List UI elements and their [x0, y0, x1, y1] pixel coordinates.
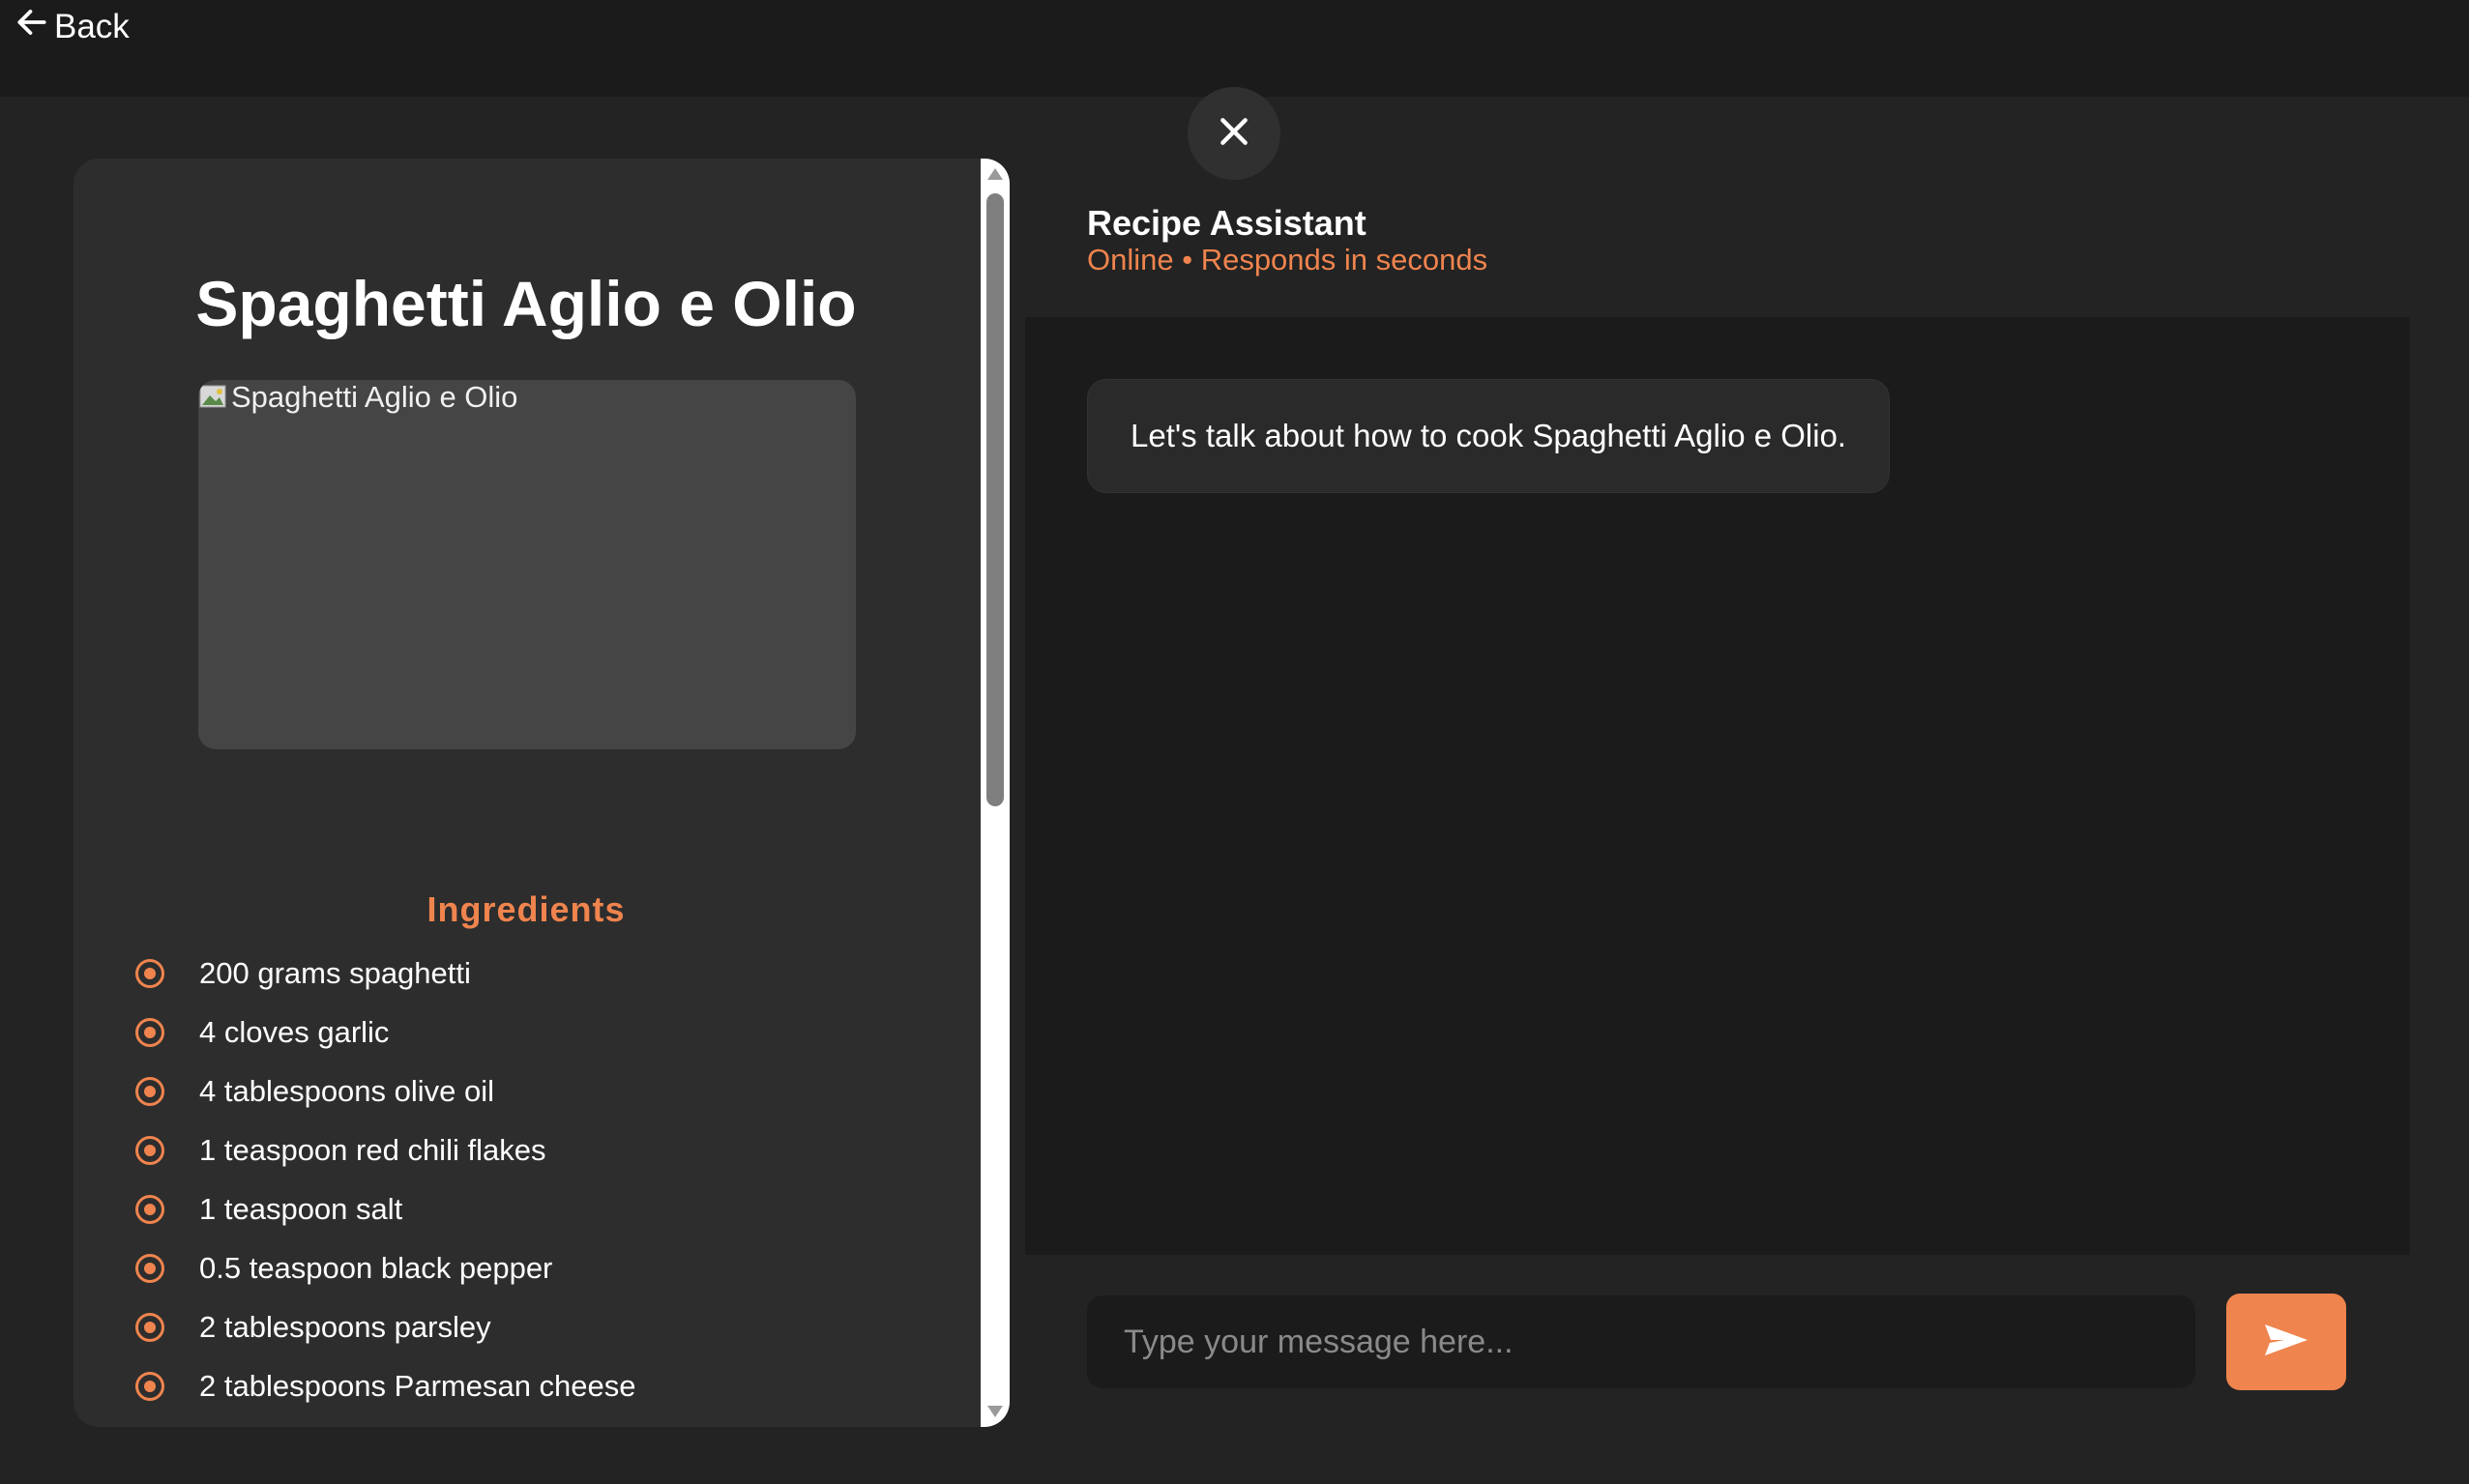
send-icon — [2263, 1321, 2309, 1364]
scrollbar-thumb[interactable] — [986, 193, 1004, 806]
ingredient-text: 200 grams spaghetti — [199, 955, 471, 990]
radio-bullet-icon — [135, 1076, 164, 1106]
ingredient-text: 4 cloves garlic — [199, 1014, 390, 1049]
message-input[interactable] — [1087, 1295, 2195, 1388]
ingredients-heading: Ingredients — [426, 889, 626, 929]
ingredient-text: 2 tablespoons Parmesan cheese — [199, 1368, 636, 1403]
recipe-scrollbar[interactable] — [981, 159, 1010, 1427]
assistant-message-bubble: Let's talk about how to cook Spaghetti A… — [1087, 379, 1891, 493]
chat-status: Online • Responds in seconds — [1087, 243, 1488, 276]
radio-bullet-icon — [135, 1253, 164, 1283]
close-button[interactable] — [1188, 87, 1280, 180]
main-content: Spaghetti Aglio e Olio Spaghetti Aglio e… — [0, 87, 2469, 1484]
ingredient-item: 1 teaspoon red chili flakes — [135, 1120, 636, 1179]
send-button[interactable] — [2226, 1294, 2346, 1390]
ingredient-text: 4 tablespoons olive oil — [199, 1073, 495, 1108]
ingredient-item: 0.5 teaspoon black pepper — [135, 1238, 636, 1297]
radio-bullet-icon — [135, 1371, 164, 1401]
recipe-card: Spaghetti Aglio e Olio Spaghetti Aglio e… — [73, 159, 1010, 1427]
radio-bullet-icon — [135, 958, 164, 988]
recipe-image-alt-text: Spaghetti Aglio e Olio — [231, 380, 518, 414]
back-button[interactable]: Back — [14, 4, 130, 49]
radio-bullet-icon — [135, 1017, 164, 1047]
scroll-up-arrow-icon[interactable] — [987, 168, 1003, 180]
arrow-left-icon — [14, 4, 50, 49]
back-label: Back — [54, 7, 130, 45]
recipe-image-alt: Spaghetti Aglio e Olio — [198, 380, 517, 415]
ingredient-item: 2 tablespoons parsley — [135, 1297, 636, 1356]
radio-bullet-icon — [135, 1312, 164, 1342]
recipe-image: Spaghetti Aglio e Olio — [198, 380, 856, 749]
ingredient-item: 2 tablespoons Parmesan cheese — [135, 1356, 636, 1415]
scroll-down-arrow-icon[interactable] — [987, 1406, 1003, 1417]
ingredient-text: 0.5 teaspoon black pepper — [199, 1250, 553, 1285]
chat-title: Recipe Assistant — [1087, 203, 1367, 243]
chat-messages-area: Let's talk about how to cook Spaghetti A… — [1025, 317, 2410, 1255]
ingredient-item: 4 cloves garlic — [135, 1003, 636, 1062]
ingredients-list: 200 grams spaghetti 4 cloves garlic 4 ta… — [135, 944, 636, 1415]
ingredient-item: 4 tablespoons olive oil — [135, 1062, 636, 1120]
close-icon — [1215, 112, 1253, 156]
broken-image-icon — [198, 382, 229, 413]
ingredient-text: 1 teaspoon red chili flakes — [199, 1132, 546, 1167]
radio-bullet-icon — [135, 1135, 164, 1165]
ingredient-item: 200 grams spaghetti — [135, 944, 636, 1003]
ingredient-text: 1 teaspoon salt — [199, 1191, 403, 1226]
recipe-title: Spaghetti Aglio e Olio — [195, 268, 857, 339]
ingredient-text: 2 tablespoons parsley — [199, 1309, 491, 1344]
ingredient-item: 1 teaspoon salt — [135, 1179, 636, 1238]
radio-bullet-icon — [135, 1194, 164, 1224]
top-bar: Back — [0, 0, 2469, 97]
